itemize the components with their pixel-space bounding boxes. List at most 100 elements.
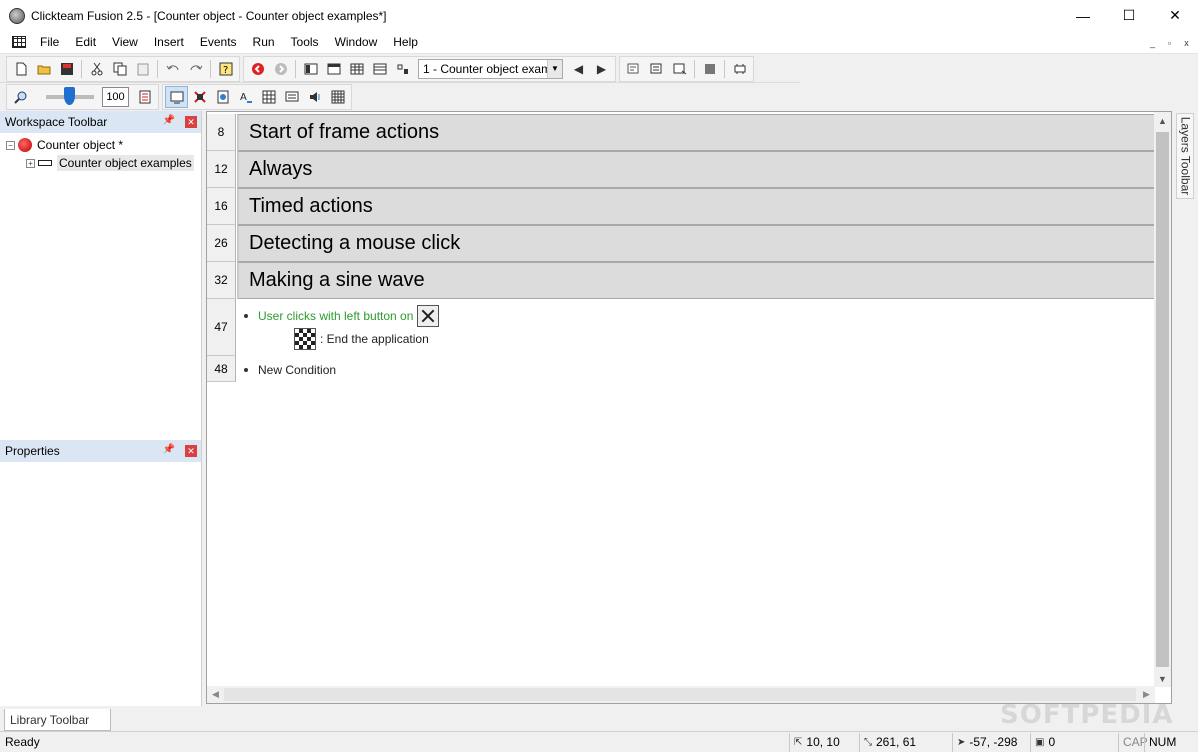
condition-text: User clicks with left button on — [258, 309, 414, 323]
counter-objects-icon[interactable] — [280, 86, 303, 108]
back-icon[interactable] — [246, 58, 269, 80]
new-file-icon[interactable] — [9, 58, 32, 80]
copy-icon[interactable] — [108, 58, 131, 80]
tree-item-application[interactable]: − Counter object * — [6, 136, 201, 154]
build-and-run-icon[interactable] — [668, 58, 691, 80]
line-number: 8 — [207, 114, 236, 151]
group-title[interactable]: Always — [237, 151, 1155, 188]
collapse-icon[interactable]: − — [6, 140, 15, 150]
close-button[interactable]: ✕ — [1152, 0, 1198, 31]
cut-icon[interactable] — [85, 58, 108, 80]
tools-objects-icon[interactable] — [188, 86, 211, 108]
active-objects-icon[interactable] — [211, 86, 234, 108]
redo-icon[interactable] — [184, 58, 207, 80]
event-condition[interactable]: User clicks with left button on — [244, 305, 440, 327]
group-title[interactable]: Timed actions — [237, 188, 1155, 225]
menu-view[interactable]: View — [104, 35, 146, 49]
toolbar-separator — [694, 59, 695, 78]
event-row[interactable]: 47 User clicks with left button on : End… — [207, 299, 1155, 356]
event-group-row[interactable]: 12 Always — [207, 151, 1155, 188]
zoom-icon[interactable] — [9, 86, 32, 108]
event-group-row[interactable]: 26 Detecting a mouse click — [207, 225, 1155, 262]
menu-help[interactable]: Help — [385, 35, 426, 49]
new-condition[interactable]: New Condition — [244, 363, 336, 377]
mdi-restore-button[interactable]: ▫ — [1162, 35, 1177, 50]
data-elements-icon[interactable] — [391, 58, 414, 80]
mdi-close-button[interactable]: x — [1179, 35, 1194, 50]
menu-window[interactable]: Window — [327, 35, 386, 49]
run-frame-icon[interactable] — [622, 58, 645, 80]
toolbar-separator — [724, 59, 725, 78]
stop-icon[interactable] — [698, 58, 721, 80]
chevron-down-icon[interactable]: ▼ — [547, 59, 562, 78]
save-icon[interactable] — [55, 58, 78, 80]
paste-icon[interactable] — [131, 58, 154, 80]
menu-edit[interactable]: Edit — [67, 35, 104, 49]
svg-text:A: A — [240, 92, 247, 103]
system-objects-icon[interactable] — [165, 86, 188, 108]
maximize-button[interactable]: ☐ — [1106, 0, 1152, 31]
line-number: 32 — [207, 262, 236, 299]
event-row[interactable]: 48 New Condition — [207, 356, 1155, 382]
line-number: 48 — [207, 356, 236, 382]
sound-objects-icon[interactable] — [303, 86, 326, 108]
forward-icon[interactable] — [269, 58, 292, 80]
next-frame-icon[interactable]: ▶ — [590, 58, 613, 80]
open-folder-icon[interactable] — [32, 58, 55, 80]
previous-frame-icon[interactable]: ◀ — [567, 58, 590, 80]
vertical-scrollbar[interactable]: ▲ ▼ — [1154, 112, 1171, 687]
close-icon[interactable]: ✕ — [185, 445, 197, 457]
frame-select[interactable]: 1 - Counter object exam ▼ — [418, 58, 563, 79]
mouse-position-value: -57, -298 — [969, 735, 1018, 749]
event-group-row[interactable]: 16 Timed actions — [207, 188, 1155, 225]
zoom-slider-thumb[interactable] — [64, 87, 75, 105]
storyboard-editor-icon[interactable] — [299, 58, 322, 80]
help-icon[interactable]: ? — [214, 58, 237, 80]
scroll-left-icon[interactable]: ◀ — [207, 686, 224, 703]
layers-toolbar-tab[interactable]: Layers Toolbar — [1176, 113, 1194, 199]
zoom-level-input[interactable]: 100 — [102, 87, 129, 107]
backdrop-objects-icon[interactable] — [257, 86, 280, 108]
minimize-button[interactable]: — — [1060, 0, 1106, 31]
debugger-icon[interactable] — [728, 58, 751, 80]
workspace-panel: Workspace Toolbar 📌 ✕ − Counter object *… — [0, 111, 202, 440]
menu-tools[interactable]: Tools — [283, 35, 327, 49]
menu-insert[interactable]: Insert — [146, 35, 192, 49]
frame-editor-icon[interactable] — [322, 58, 345, 80]
scroll-down-icon[interactable]: ▼ — [1154, 670, 1171, 687]
frame-select-value: 1 - Counter object exam — [423, 61, 552, 76]
close-icon[interactable]: ✕ — [185, 116, 197, 128]
pin-icon[interactable]: 📌 — [163, 115, 175, 126]
text-objects-icon[interactable]: A — [234, 86, 257, 108]
group-title[interactable]: Detecting a mouse click — [237, 225, 1155, 262]
run-application-icon[interactable] — [645, 58, 668, 80]
tree-item-frame[interactable]: + Counter object examples — [6, 154, 201, 172]
event-editor-icon[interactable] — [345, 58, 368, 80]
menu-run[interactable]: Run — [245, 35, 283, 49]
cursor-position-value: 10, 10 — [806, 735, 840, 749]
undo-icon[interactable] — [161, 58, 184, 80]
zoom-slider[interactable] — [46, 87, 94, 105]
group-title[interactable]: Making a sine wave — [237, 262, 1155, 299]
group-title[interactable]: Start of frame actions — [237, 114, 1155, 151]
pin-icon[interactable]: 📌 — [163, 444, 175, 455]
vertical-scroll-thumb[interactable] — [1156, 132, 1169, 667]
toolbar-separator — [210, 59, 211, 78]
menu-file[interactable]: File — [32, 35, 67, 49]
scroll-up-icon[interactable]: ▲ — [1154, 112, 1171, 129]
event-properties-icon[interactable] — [133, 86, 156, 108]
event-list-editor-icon[interactable] — [368, 58, 391, 80]
event-group-row[interactable]: 32 Making a sine wave — [207, 262, 1155, 299]
system-menu-icon[interactable] — [12, 36, 26, 48]
expand-icon[interactable]: + — [26, 158, 35, 168]
mdi-minimize-button[interactable]: _ — [1145, 35, 1160, 50]
library-toolbar-tab[interactable]: Library Toolbar — [4, 709, 111, 731]
line-number: 47 — [207, 299, 236, 356]
event-group-row[interactable]: 8 Start of frame actions — [207, 114, 1155, 151]
menu-events[interactable]: Events — [192, 35, 245, 49]
object-placeholder-icon[interactable] — [417, 305, 440, 327]
extension-objects-icon[interactable] — [326, 86, 349, 108]
menu-bar: File Edit View Insert Events Run Tools W… — [0, 31, 1198, 54]
event-action[interactable]: : End the application — [294, 328, 429, 350]
selection-size-value: 261, 61 — [876, 735, 917, 749]
